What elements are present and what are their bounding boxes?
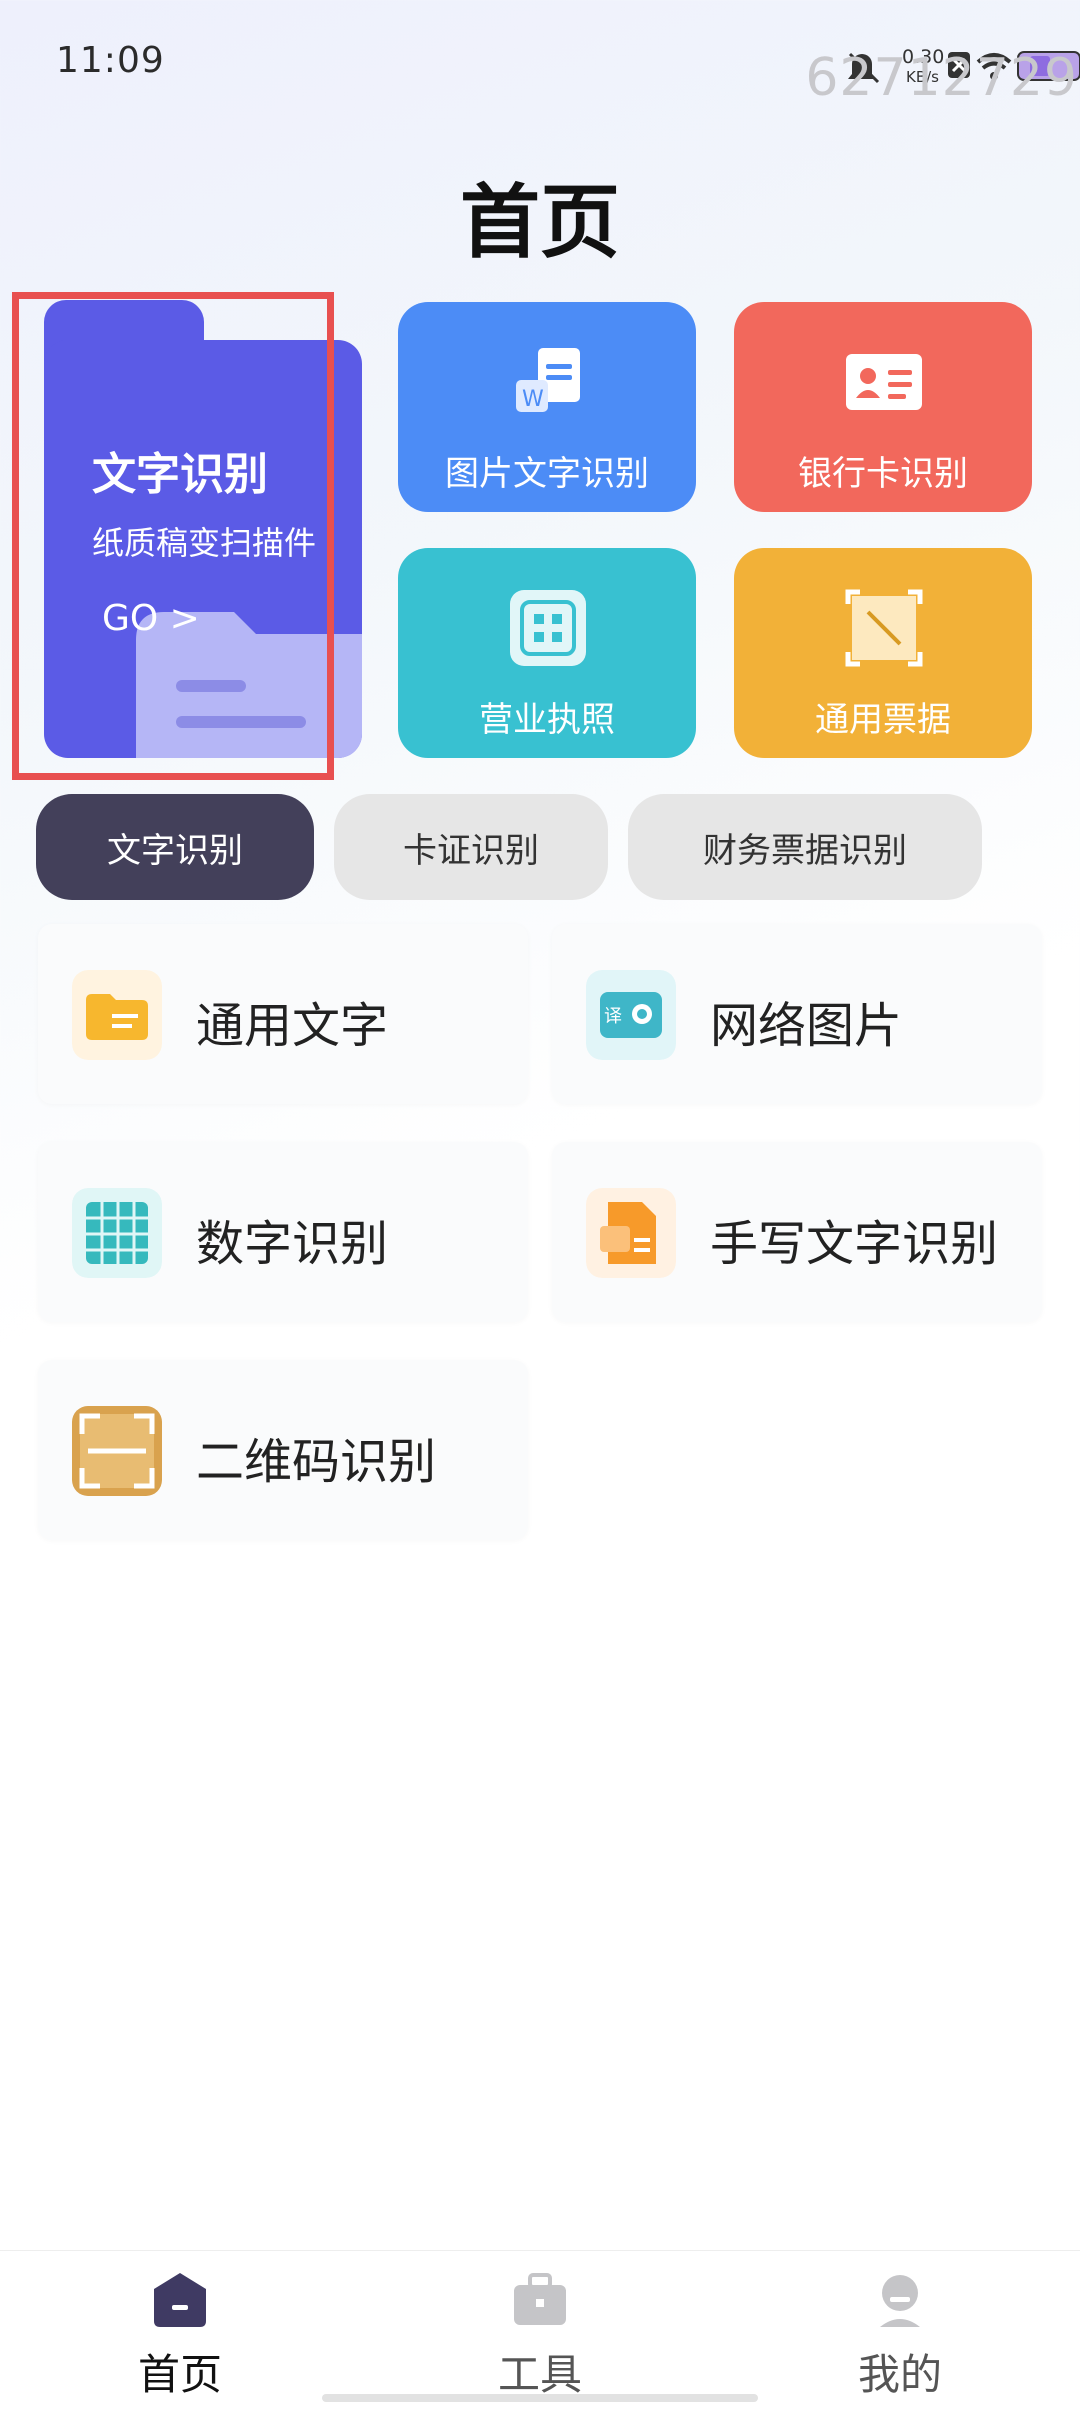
receipt-frame-icon <box>845 589 923 667</box>
tile-bank-card-recognition[interactable]: 银行卡识别 <box>734 302 1032 512</box>
hero-go-link[interactable]: GO > <box>102 598 200 639</box>
list-item-label: 数字识别 <box>196 1216 389 1272</box>
tile-image-text-recognition[interactable]: W 图片文字识别 <box>398 302 696 512</box>
nav-mine[interactable]: 我的 <box>800 2251 1000 2409</box>
tab-card-recognition[interactable]: 卡证识别 <box>334 794 608 900</box>
id-card-icon <box>846 354 922 410</box>
tile-label: 银行卡识别 <box>798 454 968 494</box>
page-title: 首页 <box>460 176 620 269</box>
svg-text:译: 译 <box>604 1006 622 1027</box>
scan-frame-icon <box>510 590 586 666</box>
tile-label: 图片文字识别 <box>445 454 649 494</box>
home-icon <box>154 2273 206 2327</box>
status-time: 11:09 <box>56 40 165 81</box>
hero-subtitle: 纸质稿变扫描件 <box>92 524 317 562</box>
yellow-folder-icon <box>72 970 162 1060</box>
tile-label: 通用票据 <box>815 700 951 740</box>
home-indicator[interactable] <box>322 2394 758 2402</box>
watermark-number: 62712729 <box>805 48 1078 108</box>
nav-home[interactable]: 首页 <box>80 2251 280 2409</box>
tile-general-receipt[interactable]: 通用票据 <box>734 548 1032 758</box>
list-item-qrcode-recognition[interactable]: 二维码识别 <box>38 1360 528 1540</box>
grid-digits-icon <box>72 1188 162 1278</box>
translate-camera-icon: 译 <box>586 970 676 1060</box>
user-profile-icon <box>880 2275 920 2327</box>
nav-label: 首页 <box>137 2350 222 2399</box>
list-item-web-image[interactable]: 译 网络图片 <box>552 924 1042 1104</box>
hero-text-recognition-card[interactable]: 文字识别 纸质稿变扫描件 GO > <box>44 300 362 758</box>
svg-text:W: W <box>522 387 544 412</box>
nav-tools[interactable]: 工具 <box>440 2251 640 2409</box>
list-item-handwriting-recognition[interactable]: 手写文字识别 <box>552 1142 1042 1322</box>
tile-business-license[interactable]: 营业执照 <box>398 548 696 758</box>
list-item-label: 网络图片 <box>710 998 903 1054</box>
list-item-label: 二维码识别 <box>196 1434 437 1490</box>
handwriting-doc-icon <box>586 1188 676 1278</box>
list-item-label: 手写文字识别 <box>710 1216 999 1272</box>
tile-label: 营业执照 <box>479 700 615 740</box>
list-item-general-text[interactable]: 通用文字 <box>38 924 528 1104</box>
list-item-label: 通用文字 <box>196 998 389 1054</box>
tab-text-recognition[interactable]: 文字识别 <box>36 794 314 900</box>
hero-title: 文字识别 <box>92 449 268 500</box>
bottom-nav: 首页 工具 我的 <box>0 2250 1080 2409</box>
word-document-icon: W <box>516 348 580 412</box>
toolbox-icon <box>514 2273 566 2325</box>
qr-scan-icon <box>72 1406 162 1496</box>
list-item-digit-recognition[interactable]: 数字识别 <box>38 1142 528 1322</box>
tab-finance-receipt-recognition[interactable]: 财务票据识别 <box>628 794 982 900</box>
nav-label: 我的 <box>857 2350 942 2399</box>
nav-label: 工具 <box>497 2350 582 2399</box>
